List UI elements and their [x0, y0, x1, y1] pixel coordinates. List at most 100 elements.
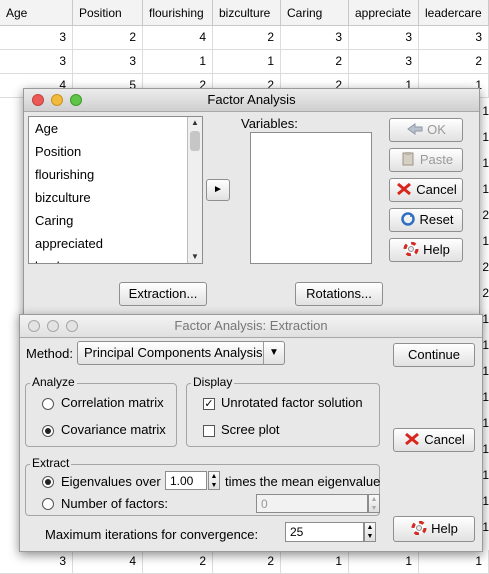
correlation-label[interactable]: Correlation matrix [61, 395, 164, 410]
table-cell[interactable]: 2 [479, 202, 489, 228]
table-cell[interactable]: 1 [479, 150, 489, 176]
table-cell[interactable]: 3 [419, 26, 489, 50]
eigenvalues-suffix: times the mean eigenvalue [225, 474, 381, 489]
table-cell[interactable]: 1 [479, 98, 489, 124]
table-cell[interactable]: 3 [349, 50, 419, 74]
list-item[interactable]: appreciated [29, 232, 202, 255]
table-cell[interactable]: 2 [419, 50, 489, 74]
table-cell[interactable]: 2 [281, 50, 349, 74]
minimize-window-icon[interactable] [47, 320, 59, 332]
number-of-factors-radio[interactable] [42, 498, 54, 510]
max-iterations-input[interactable]: 25 [285, 522, 364, 542]
list-item[interactable]: Age [29, 117, 202, 140]
reset-label: Reset [419, 212, 454, 227]
table-cell[interactable]: 3 [0, 50, 73, 74]
eigenvalues-label[interactable]: Eigenvalues over [61, 474, 161, 489]
eigenvalues-radio[interactable] [42, 476, 54, 488]
table-cell[interactable]: 1 [281, 550, 349, 574]
close-window-icon[interactable] [32, 94, 44, 106]
number-of-factors-stepper[interactable]: ▲ ▼ [368, 494, 380, 513]
table-cell[interactable]: 3 [0, 26, 73, 50]
column-header-position[interactable]: Position [73, 0, 143, 26]
scree-plot-label[interactable]: Scree plot [221, 422, 280, 437]
source-variable-list[interactable]: Age Position flourishing bizculture Cari… [28, 116, 203, 264]
scroll-up-icon[interactable]: ▲ [188, 117, 202, 129]
column-header-caring[interactable]: Caring [281, 0, 349, 26]
analyze-group: Analyze Correlation matrix Covariance ma… [25, 375, 177, 447]
display-legend: Display [191, 375, 235, 389]
column-header-age[interactable]: Age [0, 0, 73, 26]
method-select[interactable]: Principal Components Analysis ▼ [77, 341, 285, 365]
table-cell[interactable]: 3 [0, 550, 73, 574]
method-label: Method: [26, 346, 73, 361]
help-button[interactable]: Help [389, 238, 463, 262]
minimize-window-icon[interactable] [51, 94, 63, 106]
cancel-button[interactable]: Cancel [389, 178, 463, 202]
zoom-window-icon[interactable] [66, 320, 78, 332]
covariance-label[interactable]: Covariance matrix [61, 422, 166, 437]
target-variable-list[interactable] [250, 132, 372, 264]
lifebuoy-icon [411, 521, 427, 535]
eigenvalue-input[interactable]: 1.00 [165, 471, 207, 490]
list-item[interactable]: bizculture [29, 186, 202, 209]
unrotated-checkbox[interactable]: ✓ [203, 398, 215, 410]
table-cell[interactable]: 4 [143, 26, 213, 50]
factor-analysis-window: Factor Analysis Age Position flourishing… [23, 88, 480, 320]
extraction-help-button[interactable]: Help [393, 516, 475, 542]
table-cell[interactable]: 3 [349, 26, 419, 50]
table-cell[interactable]: 1 [419, 550, 489, 574]
reset-button[interactable]: Reset [389, 208, 463, 232]
titlebar: Factor Analysis: Extraction [20, 315, 482, 338]
move-variable-button[interactable]: ► [206, 179, 230, 201]
table-cell[interactable]: 2 [73, 26, 143, 50]
table-cell[interactable]: 1 [479, 176, 489, 202]
table-cell[interactable]: 2 [479, 254, 489, 280]
eigenvalue-stepper[interactable]: ▲ ▼ [208, 471, 220, 490]
list-item[interactable]: flourishing [29, 163, 202, 186]
table-cell[interactable]: 1 [479, 228, 489, 254]
table-cell[interactable]: 1 [349, 550, 419, 574]
number-of-factors-input[interactable]: 0 [256, 494, 368, 513]
list-item[interactable]: Position [29, 140, 202, 163]
table-cell[interactable]: 2 [143, 550, 213, 574]
window-title: Factor Analysis [207, 92, 296, 107]
column-header-leadercare[interactable]: leadercare [419, 0, 489, 26]
extraction-cancel-button[interactable]: Cancel [393, 428, 475, 452]
ok-icon [407, 123, 423, 135]
close-window-icon[interactable] [28, 320, 40, 332]
window-title: Factor Analysis: Extraction [174, 318, 328, 333]
zoom-window-icon[interactable] [70, 94, 82, 106]
table-cell[interactable]: 3 [281, 26, 349, 50]
list-item[interactable]: leadercare [29, 255, 202, 263]
table-cell[interactable]: 1 [479, 124, 489, 150]
lifebuoy-icon [403, 242, 419, 256]
table-cell[interactable]: 2 [479, 280, 489, 306]
rotations-button[interactable]: Rotations... [295, 282, 383, 306]
table-cell[interactable]: 2 [213, 550, 281, 574]
ok-button[interactable]: OK [389, 118, 463, 142]
correlation-radio[interactable] [42, 398, 54, 410]
number-of-factors-label[interactable]: Number of factors: [61, 496, 168, 511]
table-cell[interactable]: 1 [213, 50, 281, 74]
scroll-thumb[interactable] [190, 131, 200, 151]
table-cell[interactable]: 2 [213, 26, 281, 50]
covariance-radio[interactable] [42, 425, 54, 437]
continue-button[interactable]: Continue [393, 343, 475, 367]
list-item[interactable]: Caring [29, 209, 202, 232]
dropdown-arrow-icon: ▼ [263, 342, 284, 364]
column-header-flourishing[interactable]: flourishing [143, 0, 213, 26]
table-cell[interactable]: 3 [73, 50, 143, 74]
column-header-appreciate[interactable]: appreciate [349, 0, 419, 26]
cancel-label: Cancel [424, 432, 465, 447]
column-header-bizculture[interactable]: bizculture [213, 0, 281, 26]
table-cell[interactable]: 4 [73, 550, 143, 574]
display-group: Display ✓ Unrotated factor solution Scre… [186, 375, 380, 447]
max-iterations-stepper[interactable]: ▲ ▼ [364, 522, 376, 542]
paste-button[interactable]: Paste [389, 148, 463, 172]
extraction-button[interactable]: Extraction... [119, 282, 207, 306]
scroll-down-icon[interactable]: ▼ [188, 251, 202, 263]
scree-plot-checkbox[interactable] [203, 425, 215, 437]
list-scrollbar[interactable]: ▲ ▼ [187, 117, 202, 263]
table-cell[interactable]: 1 [143, 50, 213, 74]
unrotated-label[interactable]: Unrotated factor solution [221, 395, 363, 410]
